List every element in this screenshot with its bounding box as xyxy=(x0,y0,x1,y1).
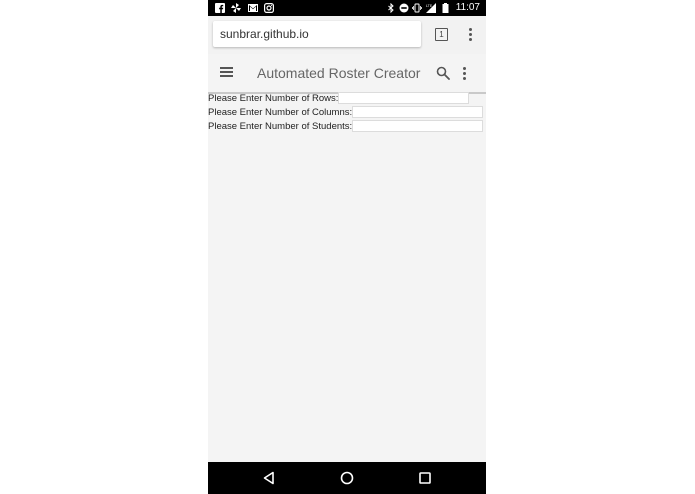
rows-row: Please Enter Number of Rows: xyxy=(208,92,486,106)
roster-form: Please Enter Number of Rows: Please Ente… xyxy=(208,92,486,134)
browser-toolbar: sunbrar.github.io 1 xyxy=(208,16,486,54)
recent-apps-icon[interactable] xyxy=(418,471,432,485)
app-overflow-menu-button[interactable] xyxy=(463,67,467,82)
back-icon[interactable] xyxy=(262,471,276,485)
url-bar[interactable]: sunbrar.github.io xyxy=(213,21,421,47)
search-icon[interactable] xyxy=(436,66,450,80)
phone-screen: LTE 11:07 sunbrar.github.io 1 Automated … xyxy=(208,0,486,494)
students-label: Please Enter Number of Students: xyxy=(208,121,353,132)
instagram-icon xyxy=(264,3,274,13)
home-icon[interactable] xyxy=(340,471,354,485)
app-bar: Automated Roster Creator xyxy=(208,55,486,94)
rows-label: Please Enter Number of Rows: xyxy=(208,93,339,104)
students-input[interactable] xyxy=(352,120,483,132)
navigation-bar xyxy=(208,462,486,494)
status-bar: LTE 11:07 xyxy=(208,0,486,16)
pinwheel-icon xyxy=(231,3,241,13)
gmail-icon xyxy=(248,4,258,12)
students-row: Please Enter Number of Students: xyxy=(208,120,486,134)
status-time: 11:07 xyxy=(455,2,480,13)
page-title: Automated Roster Creator xyxy=(257,65,421,81)
battery-icon xyxy=(442,3,449,13)
tab-switcher-button[interactable]: 1 xyxy=(435,28,448,41)
svg-text:LTE: LTE xyxy=(426,4,433,8)
rows-input[interactable] xyxy=(338,92,469,104)
vibrate-icon xyxy=(412,3,422,13)
browser-menu-button[interactable] xyxy=(469,28,473,43)
columns-row: Please Enter Number of Columns: xyxy=(208,106,486,120)
do-not-disturb-icon xyxy=(399,3,409,13)
url-text: sunbrar.github.io xyxy=(220,27,309,41)
hamburger-menu-icon[interactable] xyxy=(220,67,234,77)
columns-input[interactable] xyxy=(352,106,483,118)
bluetooth-icon xyxy=(388,3,394,13)
lte-signal-icon: LTE xyxy=(426,3,436,13)
columns-label: Please Enter Number of Columns: xyxy=(208,107,353,118)
facebook-icon xyxy=(215,3,225,13)
